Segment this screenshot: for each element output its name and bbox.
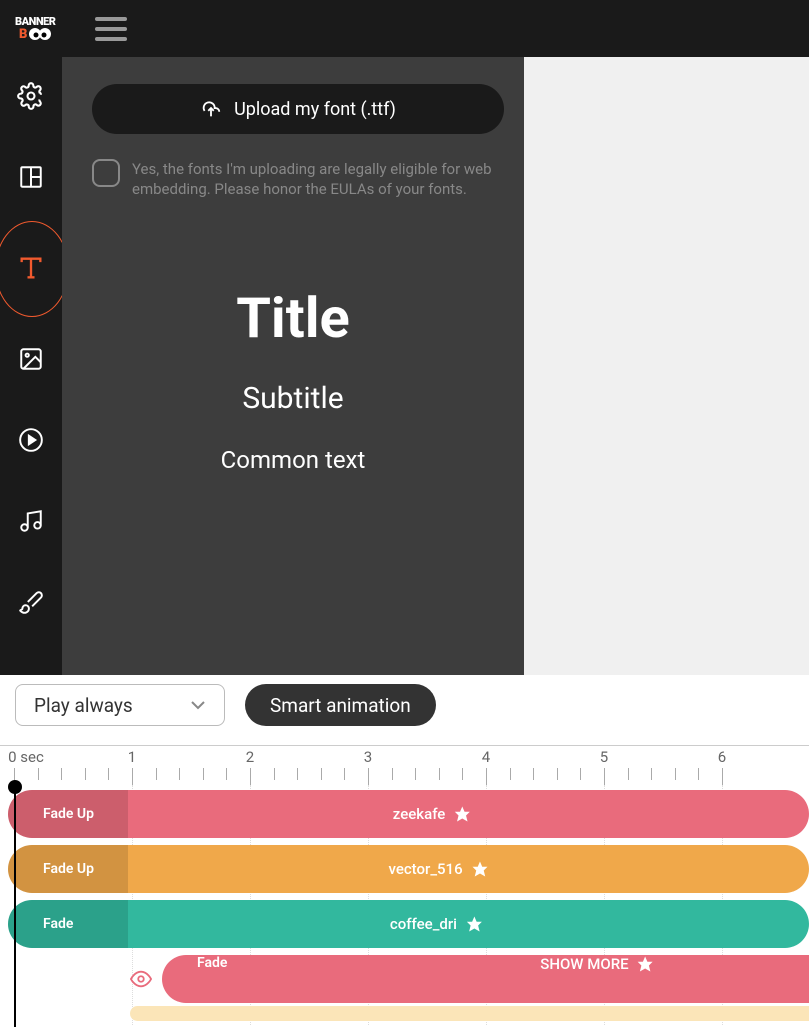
upload-font-label: Upload my font (.ttf) — [234, 99, 396, 120]
track-name-label: SHOW MORE — [540, 955, 654, 973]
cloud-upload-icon — [200, 98, 222, 120]
top-bar: BANNER B — [0, 0, 809, 57]
menu-button[interactable] — [95, 17, 127, 41]
text-tool-icon[interactable] — [17, 254, 45, 282]
timeline-track[interactable]: Fade Up vector_516 — [8, 845, 809, 893]
visibility-icon[interactable] — [130, 968, 152, 990]
chevron-down-icon — [190, 700, 206, 710]
sidebar — [0, 57, 62, 675]
canvas-area[interactable] — [524, 57, 809, 675]
star-icon — [637, 955, 655, 973]
timeline-controls: Play always Smart animation — [15, 684, 436, 726]
track-effect-label: Fade — [197, 955, 227, 971]
track-effect-label: Fade — [43, 916, 73, 932]
star-icon — [465, 915, 483, 933]
track-effect-label: Fade Up — [43, 861, 94, 877]
track-name-label: coffee_dri — [390, 915, 483, 933]
logo[interactable]: BANNER B — [15, 16, 55, 41]
play-mode-label: Play always — [34, 694, 133, 717]
logo-text-bottom: B — [19, 27, 51, 41]
star-icon — [453, 805, 471, 823]
image-icon[interactable] — [17, 345, 45, 373]
logo-text-top: BANNER — [15, 16, 55, 27]
timeline: 0 sec 1 2 3 4 5 6 Fade Up zeekafe Fade Up vect… — [0, 745, 809, 1026]
timeline-track[interactable]: Fade SHOW MORE — [162, 955, 809, 1003]
track-name-label: zeekafe — [393, 805, 472, 823]
timeline-track-partial[interactable] — [130, 1006, 809, 1026]
playhead-line — [14, 787, 16, 1027]
time-label: 0 sec — [8, 748, 44, 766]
play-mode-select[interactable]: Play always — [15, 684, 225, 726]
text-panel: Upload my font (.ttf) Yes, the fonts I'm… — [62, 57, 524, 675]
timeline-track[interactable]: Fade coffee_dri — [8, 900, 809, 948]
timeline-track[interactable]: Fade Up zeekafe — [8, 790, 809, 838]
smart-animation-button[interactable]: Smart animation — [245, 684, 436, 726]
time-label: 2 — [246, 748, 254, 766]
add-title-button[interactable]: Title — [92, 285, 494, 351]
time-label: 5 — [600, 748, 608, 766]
layout-icon[interactable] — [17, 163, 45, 191]
time-label: 6 — [718, 748, 726, 766]
font-consent-row: Yes, the fonts I'm uploading are legally… — [92, 159, 494, 200]
music-icon[interactable] — [17, 507, 45, 535]
add-common-text-button[interactable]: Common text — [92, 446, 494, 474]
play-icon[interactable] — [17, 426, 45, 454]
consent-text: Yes, the fonts I'm uploading are legally… — [132, 159, 494, 200]
upload-font-button[interactable]: Upload my font (.ttf) — [92, 84, 504, 134]
track-effect-label: Fade Up — [43, 806, 94, 822]
time-label: 1 — [128, 748, 136, 766]
track-name-label: vector_516 — [388, 860, 488, 878]
time-label: 3 — [364, 748, 372, 766]
consent-checkbox[interactable] — [92, 159, 120, 187]
timeline-track-row: Fade SHOW MORE — [130, 955, 809, 1003]
logo-eyes-icon — [29, 27, 51, 41]
add-subtitle-button[interactable]: Subtitle — [92, 381, 494, 416]
time-label: 4 — [482, 748, 490, 766]
brush-icon[interactable] — [17, 588, 45, 616]
text-samples: Title Subtitle Common text — [92, 285, 494, 474]
smart-animation-label: Smart animation — [270, 694, 411, 717]
tracks-container: Fade Up zeekafe Fade Up vector_516 Fade … — [0, 785, 809, 1026]
star-icon — [471, 860, 489, 878]
time-ruler[interactable]: 0 sec 1 2 3 4 5 6 — [0, 745, 809, 785]
settings-icon[interactable] — [17, 82, 45, 110]
